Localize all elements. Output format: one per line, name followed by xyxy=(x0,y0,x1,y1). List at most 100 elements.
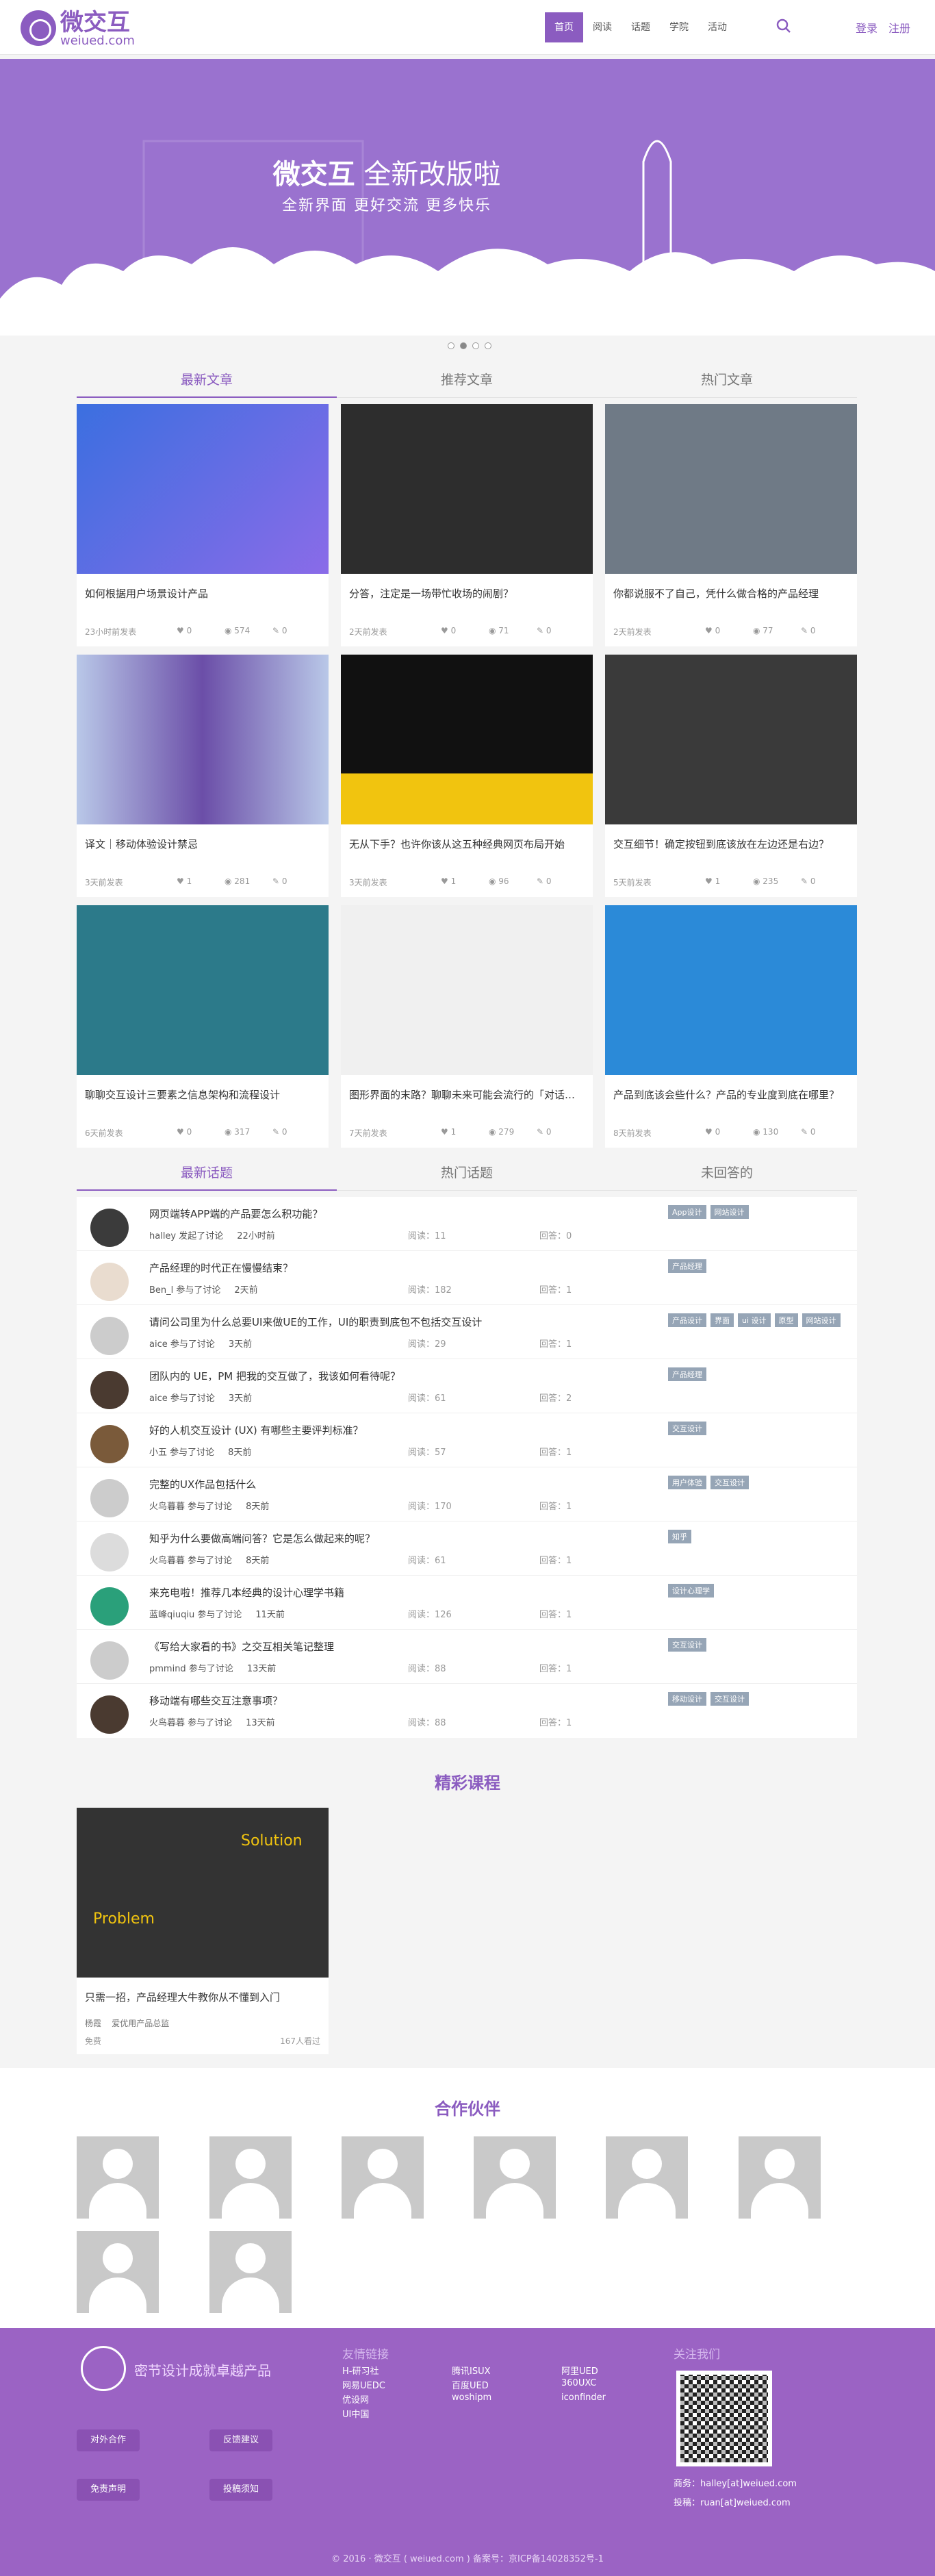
avatar[interactable] xyxy=(90,1587,129,1626)
article-card[interactable]: 译文｜移动体验设计禁忌 3天前发表 ♥ 1 ◉ 281 ✎ 0 xyxy=(77,655,329,897)
topic-row[interactable]: 产品经理的时代正在慢慢结束？ Ben_l 参与了讨论 2天前 阅读：182 回答：1 产品… xyxy=(77,1251,857,1305)
article-title[interactable]: 译文｜移动体验设计禁忌 xyxy=(77,824,329,851)
friend-link[interactable]: 360UXC xyxy=(561,2378,596,2388)
tab-unanswered[interactable]: 未回答的 xyxy=(597,1163,857,1191)
nav-read[interactable]: 阅读 xyxy=(583,12,622,42)
topic-tag[interactable]: ui 设计 xyxy=(738,1313,771,1327)
carousel-dot[interactable] xyxy=(472,342,479,349)
topic-tag[interactable]: 移动设计 xyxy=(668,1692,706,1706)
topic-tag[interactable]: 产品经理 xyxy=(668,1259,706,1273)
topic-title[interactable]: 请问公司里为什么总要UI来做UE的工作，UI的职责到底包不包括交互设计 xyxy=(149,1315,482,1329)
topic-row[interactable]: 完整的UX作品包括什么 火鸟暮暮 参与了讨论 8天前 阅读：170 回答：1 用户体验 交互… xyxy=(77,1467,857,1521)
friend-link[interactable]: UI中国 xyxy=(342,2407,369,2420)
topic-row[interactable]: 团队内的 UE，PM 把我的交互做了，我该如何看待呢？ aice 参与了讨论 3天前… xyxy=(77,1359,857,1413)
topic-title[interactable]: 产品经理的时代正在慢慢结束？ xyxy=(149,1261,293,1275)
nav-academy[interactable]: 学院 xyxy=(660,12,698,42)
hero-banner[interactable]: 微交互 全新改版啦 全新界面 更好交流 更多快乐 xyxy=(0,59,935,336)
avatar[interactable] xyxy=(90,1479,129,1517)
topic-tag[interactable]: 界面 xyxy=(710,1313,734,1327)
topic-tag[interactable]: 产品经理 xyxy=(668,1367,706,1381)
topic-title[interactable]: 网页端转APP端的产品要怎么积功能？ xyxy=(149,1207,322,1221)
tab-hot-articles[interactable]: 热门文章 xyxy=(597,370,857,398)
article-card[interactable]: 无从下手？也许你该从这五种经典网页布局开始 3天前发表 ♥ 1 ◉ 96 ✎ 0 xyxy=(341,655,593,897)
friend-link[interactable]: H-研习社 xyxy=(342,2364,379,2377)
topic-row[interactable]: 《写给大家看的书》之交互相关笔记整理 pmmind 参与了讨论 13天前 阅读：88 回… xyxy=(77,1630,857,1684)
feedback-button[interactable]: 反馈建议 xyxy=(209,2429,272,2451)
friend-link[interactable]: 优设网 xyxy=(342,2392,369,2405)
topic-title[interactable]: 来充电啦！推荐几本经典的设计心理学书籍 xyxy=(149,1585,344,1600)
site-logo[interactable]: 微交互 weiued.com xyxy=(21,10,135,47)
partner-logo[interactable] xyxy=(77,2136,159,2219)
avatar[interactable] xyxy=(90,1209,129,1247)
topic-tag[interactable]: 交互设计 xyxy=(710,1692,749,1706)
friend-link[interactable]: 百度UED xyxy=(452,2378,489,2391)
article-title[interactable]: 无从下手？也许你该从这五种经典网页布局开始 xyxy=(341,824,593,851)
tab-latest-articles[interactable]: 最新文章 xyxy=(77,370,337,398)
nav-topics[interactable]: 话题 xyxy=(622,12,660,42)
topic-row[interactable]: 好的人机交互设计 (UX) 有哪些主要评判标准？ 小五 参与了讨论 8天前 阅读：57… xyxy=(77,1413,857,1467)
article-card[interactable]: 你都说服不了自己，凭什么做合格的产品经理 2天前发表 ♥ 0 ◉ 77 ✎ 0 xyxy=(605,404,857,646)
topic-title[interactable]: 《写给大家看的书》之交互相关笔记整理 xyxy=(149,1639,334,1654)
article-title[interactable]: 聊聊交互设计三要素之信息架构和流程设计 xyxy=(77,1075,329,1102)
topic-tag[interactable]: 交互设计 xyxy=(668,1422,706,1435)
article-card[interactable]: 分答，注定是一场带忙收场的闹剧？ 2天前发表 ♥ 0 ◉ 71 ✎ 0 xyxy=(341,404,593,646)
carousel-dot[interactable] xyxy=(448,342,454,349)
friend-link[interactable]: 阿里UED xyxy=(561,2364,598,2377)
avatar[interactable] xyxy=(90,1317,129,1355)
topic-tag[interactable]: 设计心理学 xyxy=(668,1584,714,1598)
cooperation-button[interactable]: 对外合作 xyxy=(77,2429,140,2451)
tab-recommended-articles[interactable]: 推荐文章 xyxy=(337,370,597,398)
article-card[interactable]: 图形界面的末路？聊聊未来可能会流行的「对话式界面」 7天前发表 ♥ 1 ◉ 279 ✎… xyxy=(341,905,593,1148)
course-card[interactable]: Problem Solution 只需一招，产品经理大牛教你从不懂到入门 杨霞 … xyxy=(77,1808,329,2054)
partner-logo[interactable] xyxy=(209,2136,292,2219)
article-card[interactable]: 交互细节！确定按钮到底该放在左边还是右边？ 5天前发表 ♥ 1 ◉ 235 ✎ 0 xyxy=(605,655,857,897)
topic-title[interactable]: 团队内的 UE，PM 把我的交互做了，我该如何看待呢？ xyxy=(149,1369,400,1383)
avatar[interactable] xyxy=(90,1371,129,1409)
submission-button[interactable]: 投稿须知 xyxy=(209,2479,272,2501)
register-link[interactable]: 注册 xyxy=(888,22,910,35)
avatar[interactable] xyxy=(90,1533,129,1571)
partner-logo[interactable] xyxy=(77,2231,159,2313)
topic-tag[interactable]: 用户体验 xyxy=(668,1476,706,1489)
login-link[interactable]: 登录 xyxy=(856,22,878,35)
topic-tag[interactable]: 交互设计 xyxy=(710,1476,749,1489)
topic-title[interactable]: 移动端有哪些交互注意事项？ xyxy=(149,1693,283,1708)
topic-tag[interactable]: 网站设计 xyxy=(710,1205,749,1219)
carousel-dot-active[interactable] xyxy=(460,342,467,349)
avatar[interactable] xyxy=(90,1425,129,1463)
article-card[interactable]: 聊聊交互设计三要素之信息架构和流程设计 6天前发表 ♥ 0 ◉ 317 ✎ 0 xyxy=(77,905,329,1148)
topic-row[interactable]: 请问公司里为什么总要UI来做UE的工作，UI的职责到底包不包括交互设计 aice … xyxy=(77,1305,857,1359)
avatar[interactable] xyxy=(90,1695,129,1734)
topic-tag[interactable]: 交互设计 xyxy=(668,1638,706,1652)
partner-logo[interactable] xyxy=(606,2136,688,2219)
tab-hot-topics[interactable]: 热门话题 xyxy=(337,1163,597,1191)
topic-row[interactable]: 网页端转APP端的产品要怎么积功能？ halley 发起了讨论 22小时前 阅读：11… xyxy=(77,1197,857,1251)
topic-tag[interactable]: 网站设计 xyxy=(802,1313,841,1327)
topic-title[interactable]: 好的人机交互设计 (UX) 有哪些主要评判标准？ xyxy=(149,1423,363,1437)
article-card[interactable]: 产品到底该会些什么？产品的专业度到底在哪里？ 8天前发表 ♥ 0 ◉ 130 ✎ 0 xyxy=(605,905,857,1148)
submission-email[interactable]: 投稿：ruan[at]weiued.com xyxy=(674,2495,791,2508)
tab-latest-topics[interactable]: 最新话题 xyxy=(77,1163,337,1191)
carousel-dot[interactable] xyxy=(485,342,491,349)
friend-link[interactable]: 网易UEDC xyxy=(342,2378,385,2391)
topic-tag[interactable]: App设计 xyxy=(668,1205,706,1219)
article-title[interactable]: 交互细节！确定按钮到底该放在左边还是右边？ xyxy=(605,824,857,851)
topic-row[interactable]: 移动端有哪些交互注意事项？ 火鸟暮暮 参与了讨论 13天前 阅读：88 回答：1 移动设计… xyxy=(77,1684,857,1738)
topic-tag[interactable]: 知乎 xyxy=(668,1530,691,1543)
avatar[interactable] xyxy=(90,1263,129,1301)
course-title[interactable]: 只需一招，产品经理大牛教你从不懂到入门 xyxy=(77,1978,329,2004)
friend-link[interactable]: 腾讯ISUX xyxy=(452,2364,491,2377)
friend-link[interactable]: iconfinder xyxy=(561,2392,606,2403)
article-title[interactable]: 图形界面的末路？聊聊未来可能会流行的「对话式界面」 xyxy=(341,1075,593,1102)
topic-title[interactable]: 知乎为什么要做高端问答？它是怎么做起来的呢？ xyxy=(149,1531,375,1545)
search-icon[interactable] xyxy=(776,18,791,34)
nav-events[interactable]: 活动 xyxy=(698,12,737,42)
partner-logo[interactable] xyxy=(209,2231,292,2313)
nav-home[interactable]: 首页 xyxy=(545,12,583,42)
friend-link[interactable]: woshipm xyxy=(452,2392,491,2403)
article-title[interactable]: 分答，注定是一场带忙收场的闹剧？ xyxy=(341,574,593,601)
topic-tag[interactable]: 产品设计 xyxy=(668,1313,706,1327)
partner-logo[interactable] xyxy=(739,2136,821,2219)
article-card[interactable]: 如何根据用户场景设计产品 23小时前发表 ♥ 0 ◉ 574 ✎ 0 xyxy=(77,404,329,646)
disclaimer-button[interactable]: 免责声明 xyxy=(77,2479,140,2501)
